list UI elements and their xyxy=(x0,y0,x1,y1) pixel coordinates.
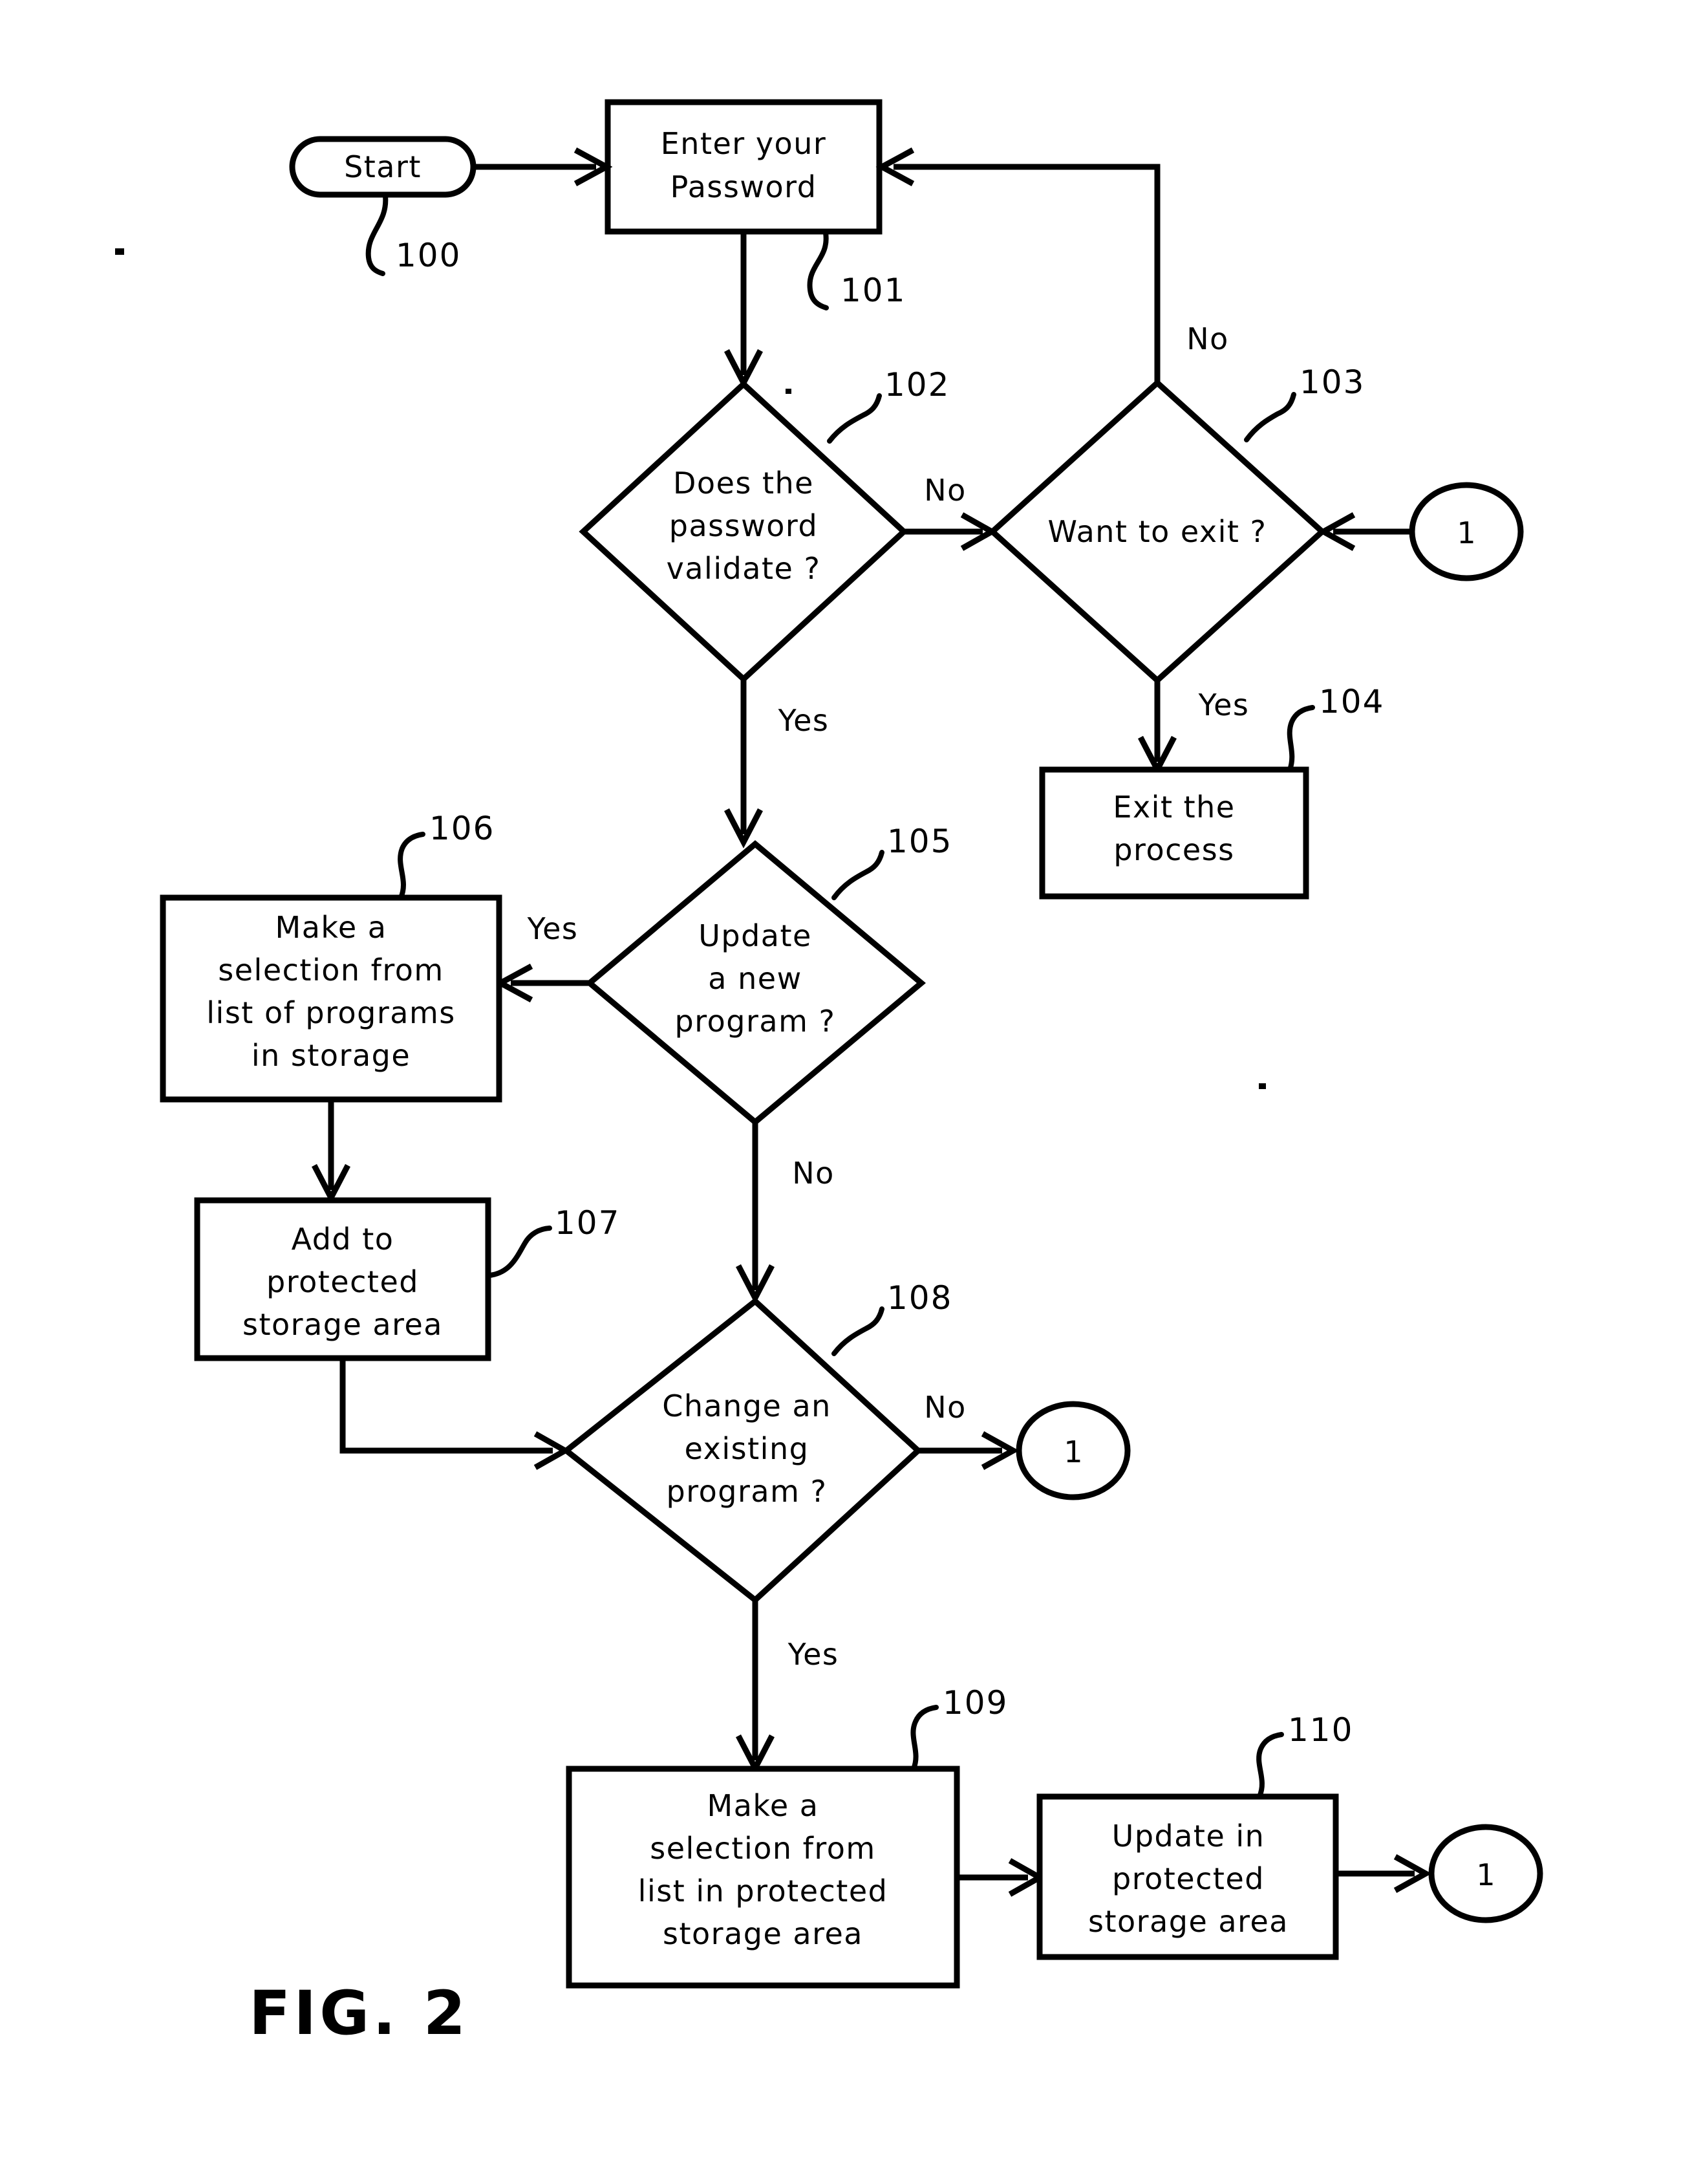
edge-105-to-108-no: No xyxy=(736,1122,835,1304)
edge-102-to-103-no: No xyxy=(905,473,998,551)
connector-1-into-103: 1 xyxy=(1317,482,1524,581)
leader-100 xyxy=(365,193,389,276)
node-start: Start 100 xyxy=(289,136,477,276)
ref-104: 104 xyxy=(1319,683,1384,720)
leader-109 xyxy=(910,1705,939,1771)
update-new-program-line-3: program ? xyxy=(675,1004,836,1039)
branch-label-103-no: No xyxy=(1186,321,1229,356)
leader-108 xyxy=(831,1306,884,1356)
leader-101 xyxy=(807,230,829,310)
node-add-to-protected-storage: Add to protected storage area 107 xyxy=(194,1197,620,1361)
password-validate-line-2: password xyxy=(669,508,818,543)
leader-104 xyxy=(1287,705,1315,772)
branch-label-105-yes: Yes xyxy=(527,911,579,946)
node-update-in-protected-storage: Update in protected storage area 110 xyxy=(1036,1711,1353,1960)
leader-103 xyxy=(1244,392,1296,442)
password-validate-line-3: validate ? xyxy=(667,551,821,586)
node-password-validate: Does the password validate ? 102 xyxy=(579,366,950,684)
leader-110 xyxy=(1256,1732,1284,1799)
leader-105 xyxy=(831,850,884,900)
ref-105: 105 xyxy=(887,823,952,860)
branch-label-108-yes: Yes xyxy=(787,1637,839,1672)
edge-line xyxy=(894,164,1161,383)
edge-106-to-107 xyxy=(312,1099,350,1204)
add-protected-line-3: storage area xyxy=(242,1307,443,1342)
branch-label-105-no: No xyxy=(792,1156,835,1191)
ref-108: 108 xyxy=(887,1279,952,1317)
select-storage-line-2: selection from xyxy=(218,953,444,988)
flowchart-canvas: Start 100 Enter your Password 101 Does t… xyxy=(115,99,1543,2049)
connector-label: 1 xyxy=(1476,1857,1495,1892)
ref-109: 109 xyxy=(943,1684,1008,1722)
leader-106 xyxy=(398,832,425,900)
update-new-program-line-2: a new xyxy=(708,961,802,996)
edge-105-to-106-yes: Yes xyxy=(494,911,588,1002)
scan-speck xyxy=(115,248,124,255)
node-select-from-protected-list: Make a selection from list in protected … xyxy=(566,1684,1008,1989)
node-select-from-storage-list: Make a selection from list of programs i… xyxy=(160,810,502,1103)
branch-label-103-yes: Yes xyxy=(1198,687,1250,722)
enter-password-line-1: Enter your xyxy=(661,126,827,161)
exit-process-line-1: Exit the xyxy=(1113,790,1235,825)
add-protected-line-2: protected xyxy=(266,1264,419,1299)
ref-100: 100 xyxy=(396,237,461,274)
select-protected-line-3: list in protected xyxy=(638,1874,888,1908)
connector-label: 1 xyxy=(1457,515,1475,550)
scan-speck xyxy=(786,389,791,394)
edge-103-to-101-no: No xyxy=(875,147,1229,383)
add-protected-line-1: Add to xyxy=(292,1222,394,1257)
branch-label-108-no: No xyxy=(924,1390,967,1425)
ref-106: 106 xyxy=(429,810,495,847)
start-label: Start xyxy=(344,149,422,184)
edge-103-to-104-yes: Yes xyxy=(1138,680,1250,776)
select-protected-line-1: Make a xyxy=(707,1788,819,1823)
select-protected-line-2: selection from xyxy=(650,1831,875,1866)
branch-label-102-yes: Yes xyxy=(778,703,830,738)
password-validate-line-1: Does the xyxy=(673,466,814,501)
node-want-to-exit: Want to exit ? 103 xyxy=(988,363,1365,685)
ref-102: 102 xyxy=(884,366,950,404)
ref-103: 103 xyxy=(1300,363,1365,401)
leader-102 xyxy=(827,393,882,444)
figure-label: FIG. 2 xyxy=(249,1978,469,2049)
node-change-existing-program: Change an existing program ? 108 xyxy=(561,1279,952,1604)
edge-108-to-connector-no: No 1 xyxy=(919,1390,1131,1500)
node-enter-password: Enter your Password 101 xyxy=(605,99,906,310)
select-storage-line-3: list of programs xyxy=(206,995,455,1030)
node-update-new-program: Update a new program ? 105 xyxy=(585,823,952,1126)
edge-101-to-102 xyxy=(724,233,763,389)
ref-110: 110 xyxy=(1288,1711,1353,1749)
select-storage-line-1: Make a xyxy=(275,910,387,945)
enter-password-line-2: Password xyxy=(670,169,817,204)
edge-108-to-109-yes: Yes xyxy=(736,1600,839,1775)
ref-107: 107 xyxy=(555,1204,620,1242)
branch-label-102-no: No xyxy=(924,473,967,508)
want-to-exit-label: Want to exit ? xyxy=(1048,514,1267,549)
leader-107 xyxy=(487,1226,552,1278)
edge-109-to-110 xyxy=(958,1858,1046,1897)
edge-102-to-105-yes: Yes xyxy=(724,679,830,849)
update-new-program-line-1: Update xyxy=(698,918,812,953)
update-protected-line-2: protected xyxy=(1112,1861,1265,1896)
edge-line xyxy=(339,1358,553,1454)
exit-process-line-2: process xyxy=(1113,832,1234,867)
update-protected-line-3: storage area xyxy=(1088,1904,1289,1939)
change-existing-line-3: program ? xyxy=(667,1474,828,1509)
edge-107-to-108 xyxy=(339,1358,572,1470)
enter-password-box xyxy=(605,99,883,235)
update-protected-line-1: Update in xyxy=(1112,1819,1265,1854)
select-storage-line-4: in storage xyxy=(252,1038,411,1073)
patent-figure: Start 100 Enter your Password 101 Does t… xyxy=(0,0,1692,2184)
change-existing-line-1: Change an xyxy=(662,1389,831,1423)
edge-start-to-101 xyxy=(475,147,613,186)
connector-label: 1 xyxy=(1064,1434,1082,1469)
change-existing-line-2: existing xyxy=(685,1431,809,1466)
ref-101: 101 xyxy=(841,272,906,309)
edge-110-to-connector: 1 xyxy=(1337,1824,1543,1923)
select-protected-line-4: storage area xyxy=(663,1916,863,1951)
scan-speck xyxy=(1259,1083,1266,1089)
